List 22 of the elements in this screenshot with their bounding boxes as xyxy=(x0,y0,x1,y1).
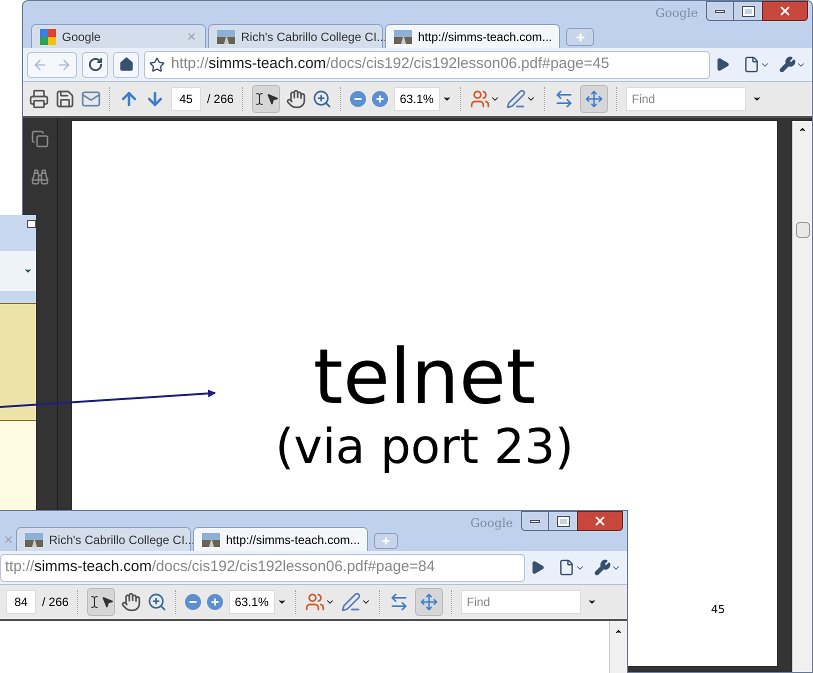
url-text: ttp://simms-teach.com/docs/cis192/cis192lesson06.pdf#page=84 xyxy=(5,557,435,578)
page-number: 45 xyxy=(711,602,726,618)
page-number-field[interactable]: 45 xyxy=(171,87,201,111)
zoom-field[interactable]: 63.1% xyxy=(228,590,275,614)
page-total-label: / 266 xyxy=(42,594,69,611)
find-field[interactable]: Find xyxy=(460,590,581,614)
url-text: http://simms-teach.com/docs/cis192/cis192lesson06.pdf#page=45 xyxy=(171,54,610,74)
browser-tab[interactable]: Rich's Cabrillo College CI... xyxy=(16,527,191,551)
slide-subheading: (via port 23) xyxy=(275,423,574,471)
browser-tab[interactable]: http://simms-teach.com... xyxy=(193,527,368,551)
browser-tab[interactable]: Google xyxy=(31,24,206,48)
browser-brand-label: Google xyxy=(470,515,513,532)
browser-tab[interactable]: Rich's Cabrillo College CI... xyxy=(208,24,383,48)
browser-tab[interactable]: http://simms-teach.com... xyxy=(385,24,560,48)
browser-brand-label: Google xyxy=(655,5,698,22)
zoom-field[interactable]: 63.1% xyxy=(394,87,440,111)
page-number-field[interactable]: 84 xyxy=(6,590,36,614)
address-field[interactable]: ttp://simms-teach.com/docs/cis192/cis192lesson06.pdf#page=84 xyxy=(0,554,525,582)
slide-heading: telnet xyxy=(313,339,536,415)
page-total-label: / 266 xyxy=(207,91,234,108)
find-field[interactable]: Find xyxy=(626,87,746,111)
address-field[interactable]: http://simms-teach.com/docs/cis192/cis192lesson06.pdf#page=45 xyxy=(144,50,710,78)
